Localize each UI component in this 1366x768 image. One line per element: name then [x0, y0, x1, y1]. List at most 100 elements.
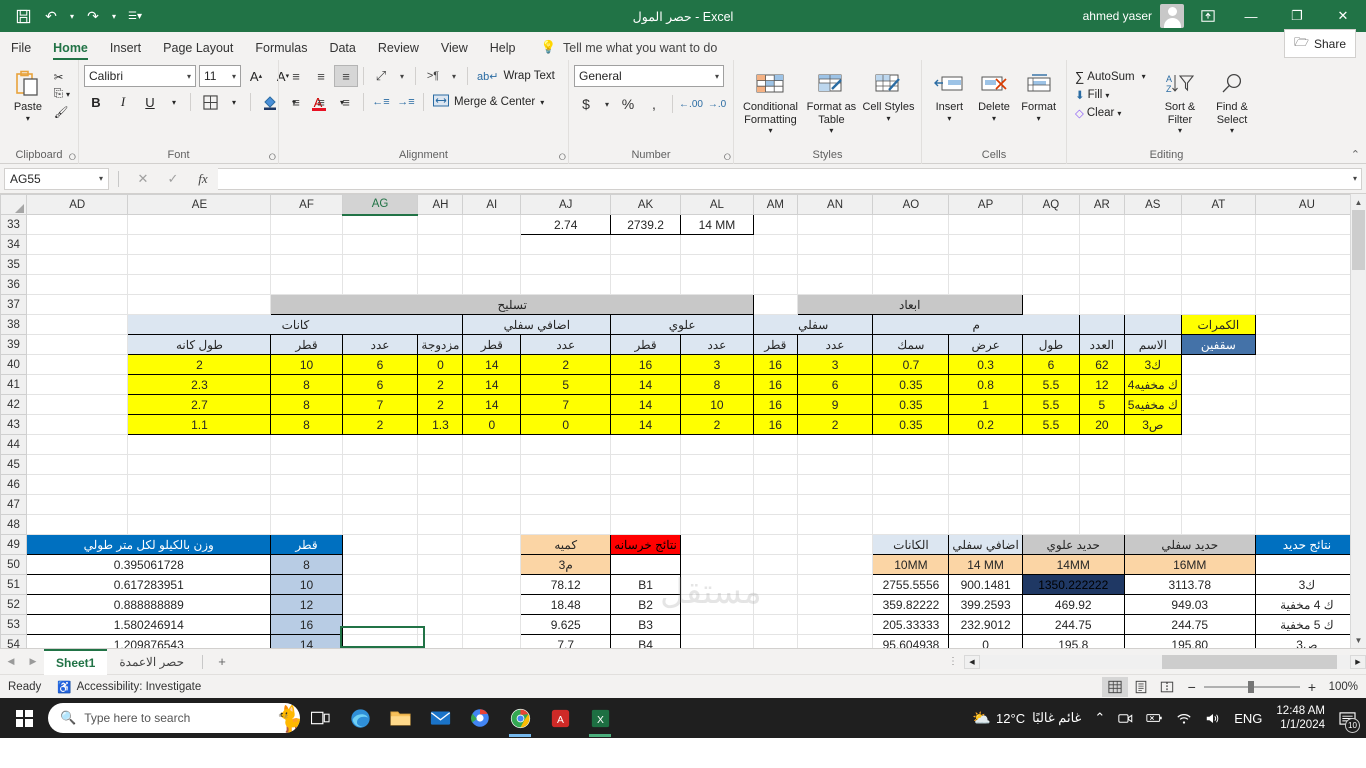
cell-blank[interactable] [462, 234, 522, 255]
cell-blank[interactable] [270, 234, 343, 255]
cell-blank[interactable] [462, 474, 522, 495]
cell-blank[interactable] [1180, 294, 1256, 315]
cell-blank[interactable] [341, 634, 419, 648]
cell-blank[interactable] [25, 374, 129, 395]
cell-blank[interactable] [417, 574, 464, 595]
cell-blank[interactable] [25, 314, 129, 335]
cell-steel-olwi[interactable]: 469.92 [1021, 594, 1125, 615]
cell-blank[interactable] [796, 474, 874, 495]
cell-blank[interactable] [872, 514, 950, 535]
cell-adad-sofli[interactable]: 9 [796, 394, 874, 415]
cell-blank[interactable] [796, 454, 874, 475]
tell-me-box[interactable]: 💡 Tell me what you want to do [540, 40, 717, 60]
mail-icon[interactable] [420, 698, 460, 738]
cell-adad-olwi[interactable]: 10 [679, 394, 755, 415]
cell-concrete-qty[interactable]: 7.7 [520, 634, 612, 648]
cell-blank[interactable] [753, 534, 798, 555]
format-as-table-button[interactable]: Format as Table ▾ [802, 65, 861, 135]
cell-steel-sofli[interactable]: 244.75 [1123, 614, 1256, 635]
header-mozdawaga[interactable]: مزدوجة [417, 334, 464, 355]
cell-styles-button[interactable]: Cell Styles ▾ [861, 65, 916, 123]
paste-button[interactable]: Paste ▾ [5, 65, 51, 123]
cell-size-sofli[interactable]: 16MM [1123, 554, 1256, 575]
cell-blank[interactable] [679, 634, 755, 648]
row-header-34[interactable]: 34 [0, 234, 27, 255]
cell-blank[interactable] [462, 454, 522, 475]
cell-kotr-sofli[interactable]: 16 [753, 394, 798, 415]
cell-somk[interactable]: 0.35 [872, 394, 950, 415]
cell-blank[interactable] [520, 514, 612, 535]
cell-blank[interactable] [610, 494, 681, 515]
cell-blank[interactable] [25, 414, 129, 435]
scroll-left-icon[interactable]: ◀ [964, 654, 980, 669]
cell-blank[interactable] [872, 434, 950, 455]
cell-blank[interactable] [753, 494, 798, 515]
cell-blank[interactable] [520, 254, 612, 275]
format-painter-button[interactable]: 🖌 [51, 103, 73, 121]
header-kanat-steel[interactable]: الكانات [872, 534, 950, 555]
row-header-53[interactable]: 53 [0, 614, 27, 635]
cell-blank[interactable] [753, 454, 798, 475]
cell-blank[interactable] [25, 454, 129, 475]
column-header-AS[interactable]: AS [1123, 194, 1182, 215]
cell-blank[interactable] [462, 574, 522, 595]
borders-dropdown-icon[interactable]: ▾ [225, 91, 243, 113]
language-indicator[interactable]: ENG [1229, 711, 1267, 726]
cell-blank[interactable] [520, 234, 612, 255]
cell-blank[interactable] [417, 514, 464, 535]
cell-blank[interactable] [341, 234, 419, 255]
sort-filter-button[interactable]: AZ Sort & Filter ▾ [1154, 65, 1206, 135]
increase-font-size-button[interactable]: A ▴ [244, 65, 268, 87]
cell-tool-kaneh[interactable]: 2.3 [127, 374, 272, 395]
cell-blank[interactable] [1123, 314, 1182, 335]
cell-AS33[interactable] [1123, 214, 1182, 235]
cell-blank[interactable] [462, 554, 522, 575]
tab-insert[interactable]: Insert [99, 38, 152, 60]
chrome-icon[interactable] [500, 698, 540, 738]
chevron-down-icon[interactable]: ▾ [768, 126, 772, 135]
horizontal-scrollbar[interactable] [980, 654, 1350, 669]
scroll-down-icon[interactable]: ▼ [1351, 632, 1366, 648]
underline-button[interactable]: U [138, 91, 162, 113]
cell-steel-kanat[interactable]: 2755.5556 [872, 574, 950, 595]
header-kotr-kanat[interactable]: قطر [270, 334, 343, 355]
font-dialog-launcher[interactable]: ⭘ [269, 152, 276, 163]
cell-blank[interactable] [1254, 494, 1360, 515]
cell-tool-kaneh[interactable]: 1.1 [127, 414, 272, 435]
cell-blank[interactable] [1180, 454, 1256, 475]
cell-blank[interactable] [1254, 414, 1360, 435]
chevron-down-icon[interactable]: ▾ [1142, 72, 1146, 81]
cell-blank[interactable] [417, 274, 464, 295]
chevron-down-icon[interactable]: ▾ [886, 114, 890, 123]
cell-mozdawaga[interactable]: 2 [417, 374, 464, 395]
cell-blank[interactable] [1180, 434, 1256, 455]
cell-blank[interactable] [341, 534, 419, 555]
edge-icon[interactable] [340, 698, 380, 738]
decrease-indent-icon[interactable]: ←≡ [369, 91, 393, 113]
cell-steel-kanat[interactable]: 95.604938 [872, 634, 950, 648]
cell-blank[interactable] [25, 274, 129, 295]
cell-adad-olwi[interactable]: 2 [679, 414, 755, 435]
cell-diameter[interactable]: 12 [270, 594, 343, 615]
cell-blank[interactable] [948, 274, 1023, 295]
cell-blank[interactable] [1123, 454, 1182, 475]
cell-blank[interactable] [872, 494, 950, 515]
cell-AO33[interactable] [872, 214, 950, 235]
header-aladad[interactable]: العدد [1079, 334, 1125, 355]
row-header-46[interactable]: 46 [0, 474, 27, 495]
column-header-AL[interactable]: AL [679, 194, 755, 215]
cell-blank[interactable] [462, 494, 522, 515]
row-header-43[interactable]: 43 [0, 414, 27, 435]
cell-AJ33[interactable]: 2.74 [520, 214, 612, 235]
row-header-50[interactable]: 50 [0, 554, 27, 575]
cell-AH33[interactable] [417, 214, 464, 235]
cell-adad-olwi[interactable]: 3 [679, 354, 755, 375]
cell-blank[interactable] [520, 434, 612, 455]
cell-alesm[interactable]: ك3 [1123, 354, 1182, 375]
subheader-edafi-sofli[interactable]: اضافي سفلي [462, 314, 612, 335]
chevron-down-icon[interactable]: ▾ [540, 98, 544, 107]
cell-AF33[interactable] [270, 214, 343, 235]
table-row[interactable]: 43 1.1 8 2 1.3 0 0 14 2 16 2 0.35 0.2 5.… [0, 414, 1366, 435]
table-row[interactable]: 36 [0, 274, 1366, 295]
cell-weight[interactable]: 1.209876543 [25, 634, 272, 648]
